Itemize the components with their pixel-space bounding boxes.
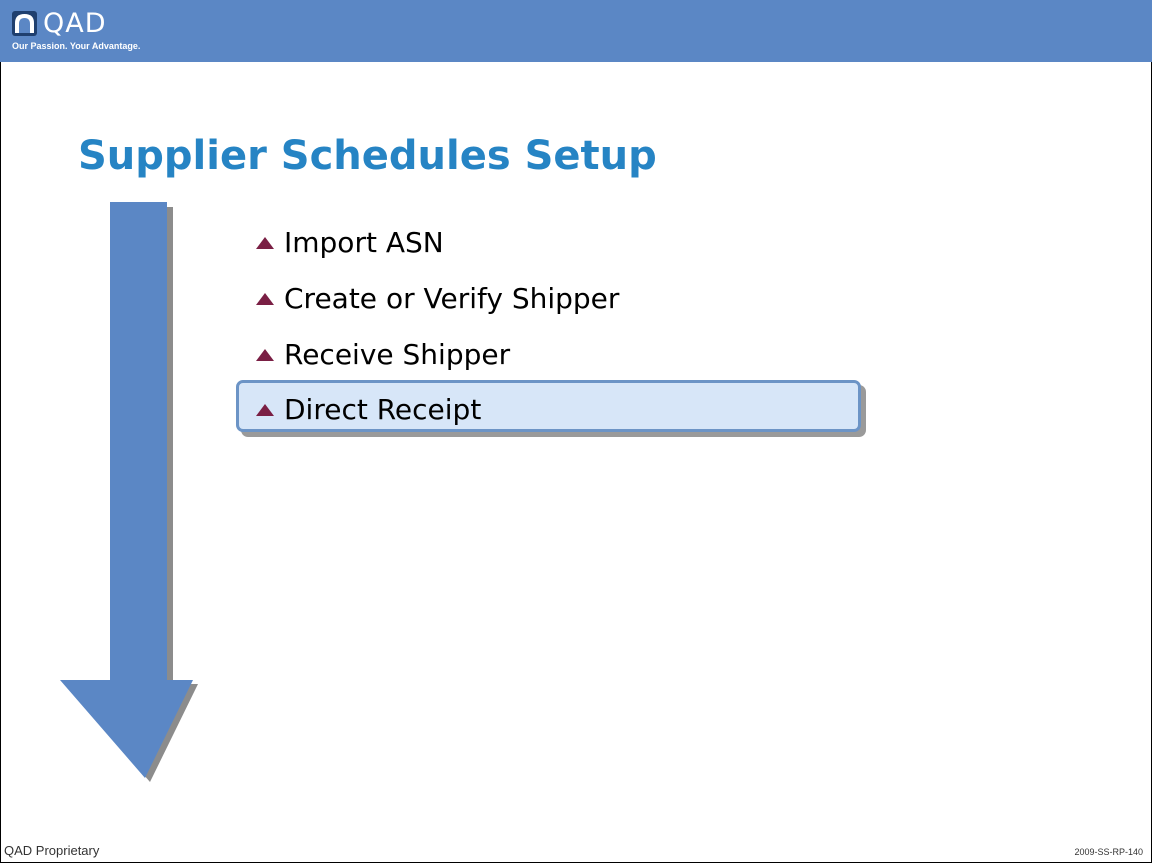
bullet-label: Receive Shipper — [284, 337, 511, 371]
triangle-bullet-icon — [256, 293, 274, 305]
logo-tagline: Our Passion. Your Advantage. — [12, 41, 141, 51]
logo-wordmark: QAD — [43, 8, 107, 39]
bullet-item-create-verify-shipper: Create or Verify Shipper — [256, 278, 619, 318]
footer-slide-code: 2009-SS-RP-140 — [1074, 847, 1143, 857]
bullet-label: Import ASN — [284, 225, 444, 259]
footer-proprietary: QAD Proprietary — [4, 843, 100, 858]
triangle-bullet-icon — [256, 237, 274, 249]
header-bar: QAD Our Passion. Your Advantage. — [0, 0, 1152, 62]
triangle-bullet-icon — [256, 404, 274, 416]
bullet-label: Direct Receipt — [284, 392, 482, 426]
page-title: Supplier Schedules Setup — [78, 133, 657, 179]
bullet-item-direct-receipt: Direct Receipt — [256, 389, 481, 429]
triangle-bullet-icon — [256, 349, 274, 361]
bullet-item-import-asn: Import ASN — [256, 222, 444, 262]
qad-logo: QAD Our Passion. Your Advantage. — [12, 8, 192, 57]
bullet-label: Create or Verify Shipper — [284, 281, 620, 315]
down-arrow-icon — [60, 202, 198, 782]
logo-mark-icon — [12, 11, 37, 36]
bullet-item-receive-shipper: Receive Shipper — [256, 334, 510, 374]
